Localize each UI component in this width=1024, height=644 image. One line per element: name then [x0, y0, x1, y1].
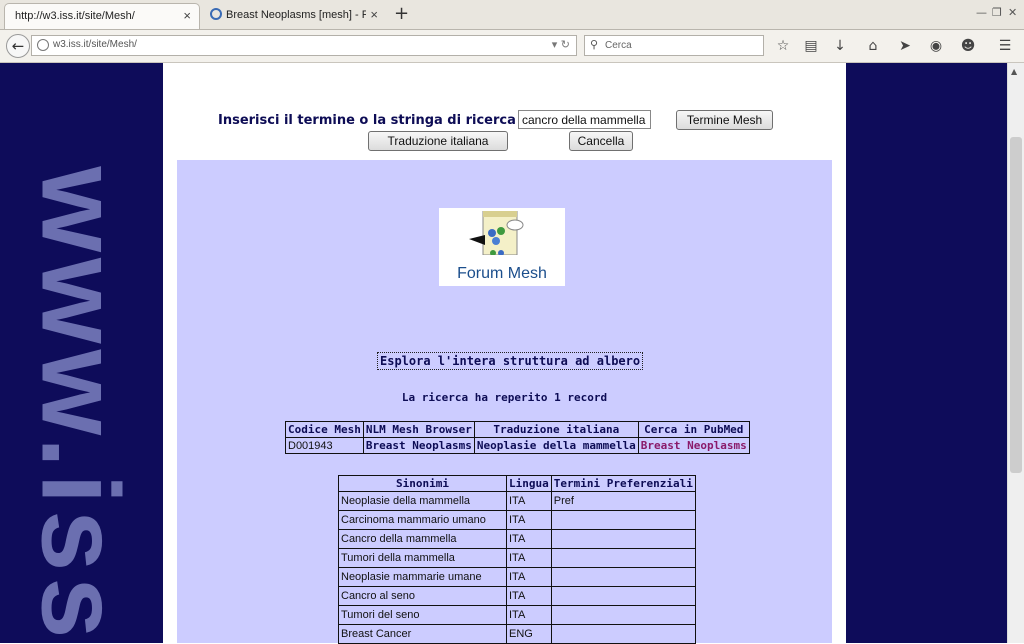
- menu-icon[interactable]: ☰: [996, 37, 1014, 55]
- table-header-row: Sinonimi Lingua Termini Preferenziali: [338, 475, 696, 492]
- left-banner: www.iss.: [0, 63, 163, 643]
- results-panel: Forum Mesh Esplora l'intera struttura ad…: [177, 160, 832, 644]
- synonym-language: ITA: [506, 491, 552, 511]
- column-header: Termini Preferenziali: [550, 475, 696, 492]
- home-icon[interactable]: ⌂: [864, 37, 882, 55]
- url-text: w3.iss.it/site/Mesh/: [53, 39, 137, 50]
- synonym-language: ITA: [506, 586, 552, 606]
- back-button[interactable]: ←: [6, 34, 30, 58]
- column-header: NLM Mesh Browser: [362, 421, 475, 438]
- italian-translation: Neoplasie della mammella: [473, 437, 639, 454]
- scrollbar-thumb[interactable]: [1010, 137, 1022, 473]
- forum-people-icon: [469, 211, 524, 255]
- synonym-term: Tumori della mammella: [338, 548, 507, 568]
- table-row: D001943 Breast Neoplasms Neoplasie della…: [285, 437, 750, 454]
- close-tab-icon[interactable]: ×: [183, 8, 191, 23]
- synonym-preferred: [550, 510, 696, 530]
- window-close-icon[interactable]: ✕: [1008, 6, 1017, 19]
- synonym-preferred: [550, 529, 696, 549]
- search-icon: ⚲: [590, 38, 599, 51]
- result-count: La ricerca ha reperito 1 record: [401, 391, 608, 404]
- table-row: Tumori della mammella ITA: [338, 548, 696, 568]
- forum-mesh-link[interactable]: Forum Mesh: [439, 208, 565, 286]
- tab-mesh-site[interactable]: http://w3.iss.it/site/Mesh/ ×: [4, 3, 200, 29]
- tab-pubmed[interactable]: Breast Neoplasms [mesh] - Pu... ×: [204, 3, 386, 29]
- mesh-code: D001943: [285, 437, 364, 454]
- table-row: Neoplasie mammarie umane ITA: [338, 567, 696, 587]
- column-header: Traduzione italiana: [473, 421, 639, 438]
- iss-watermark-logo: www.iss.: [18, 166, 142, 644]
- minimize-icon[interactable]: —: [976, 6, 987, 19]
- column-header: Sinonimi: [338, 475, 507, 492]
- table-row: Breast Cancer ENG: [338, 624, 696, 644]
- tab-label: http://w3.iss.it/site/Mesh/: [15, 10, 135, 22]
- send-icon[interactable]: ➤: [896, 37, 914, 55]
- search-placeholder: Cerca: [605, 40, 632, 51]
- synonym-term: Breast Cancer: [338, 624, 507, 644]
- address-bar[interactable]: w3.iss.it/site/Mesh/ ▾ ↻: [31, 35, 577, 56]
- table-header-row: Codice Mesh NLM Mesh Browser Traduzione …: [285, 421, 750, 438]
- synonym-term: Cancro della mammella: [338, 529, 507, 549]
- scroll-up-icon[interactable]: ▲: [1011, 67, 1017, 76]
- pubmed-search-link[interactable]: Breast Neoplasms: [641, 439, 747, 452]
- pocket-icon[interactable]: ◉: [927, 37, 945, 55]
- restore-icon[interactable]: ❐: [992, 6, 1002, 19]
- forum-mesh-label: Forum Mesh: [457, 265, 547, 282]
- table-row: Tumori del seno ITA: [338, 605, 696, 625]
- pubmed-cell: Breast Neoplasms: [637, 437, 750, 454]
- synonym-term: Cancro al seno: [338, 586, 507, 606]
- synonym-preferred: [550, 586, 696, 606]
- column-header: Cerca in PubMed: [637, 421, 750, 438]
- reload-icon[interactable]: ▾ ↻: [552, 38, 570, 51]
- synonyms-table: Sinonimi Lingua Termini Preferenziali Ne…: [338, 475, 696, 644]
- browser-search-input[interactable]: ⚲ Cerca: [584, 35, 764, 56]
- synonym-term: Neoplasie mammarie umane: [338, 567, 507, 587]
- synonym-language: ENG: [506, 624, 552, 644]
- right-banner: [846, 63, 1007, 643]
- synonym-term: Carcinoma mammario umano: [338, 510, 507, 530]
- cancel-button[interactable]: Cancella: [569, 131, 633, 151]
- synonym-term: Tumori del seno: [338, 605, 507, 625]
- pubmed-favicon-icon: [210, 8, 222, 20]
- table-row: Carcinoma mammario umano ITA: [338, 510, 696, 530]
- synonym-language: ITA: [506, 548, 552, 568]
- page-content: Inserisci il termine o la stringa di ric…: [163, 63, 846, 644]
- scrollbar[interactable]: ▲: [1007, 63, 1024, 643]
- italian-translation-button[interactable]: Traduzione italiana: [368, 131, 508, 151]
- download-icon[interactable]: ↓: [831, 37, 849, 55]
- close-tab-icon[interactable]: ×: [370, 7, 378, 22]
- search-term-input[interactable]: [518, 110, 651, 129]
- column-header: Codice Mesh: [285, 421, 364, 438]
- synonym-preferred: [550, 624, 696, 644]
- globe-icon: [37, 39, 49, 51]
- synonym-language: ITA: [506, 510, 552, 530]
- explore-tree-link[interactable]: Esplora l'intera struttura ad albero: [377, 352, 644, 370]
- mesh-term-button[interactable]: Termine Mesh: [676, 110, 773, 130]
- synonym-preferred: Pref: [550, 491, 696, 511]
- tab-label: Breast Neoplasms [mesh] - Pu...: [226, 9, 366, 21]
- table-row: Cancro della mammella ITA: [338, 529, 696, 549]
- nav-bar: ← w3.iss.it/site/Mesh/ ▾ ↻ ⚲ Cerca ☆ ▤ ↓…: [0, 30, 1024, 63]
- chat-icon[interactable]: ☻: [959, 37, 977, 55]
- synonym-preferred: [550, 548, 696, 568]
- synonym-language: ITA: [506, 605, 552, 625]
- synonym-preferred: [550, 567, 696, 587]
- reading-list-icon[interactable]: ▤: [802, 37, 820, 55]
- synonym-preferred: [550, 605, 696, 625]
- synonym-language: ITA: [506, 567, 552, 587]
- synonym-term: Neoplasie della mammella: [338, 491, 507, 511]
- records-table: Codice Mesh NLM Mesh Browser Traduzione …: [285, 421, 750, 454]
- nlm-browser-link[interactable]: Breast Neoplasms: [362, 437, 475, 454]
- table-row: Cancro al seno ITA: [338, 586, 696, 606]
- new-tab-button[interactable]: +: [394, 3, 409, 24]
- bookmark-star-icon[interactable]: ☆: [774, 37, 792, 55]
- table-row: Neoplasie della mammella ITA Pref: [338, 491, 696, 511]
- tab-bar: http://w3.iss.it/site/Mesh/ × Breast Neo…: [0, 0, 1024, 30]
- column-header: Lingua: [506, 475, 552, 492]
- synonym-language: ITA: [506, 529, 552, 549]
- search-label: Inserisci il termine o la stringa di ric…: [218, 113, 516, 128]
